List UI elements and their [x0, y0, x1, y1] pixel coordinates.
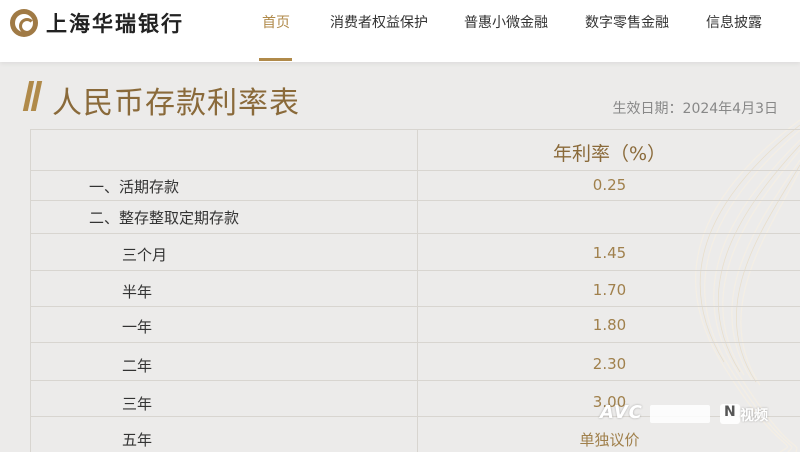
- watermark-label: 视频: [740, 408, 768, 424]
- table-row: 二年 2.30: [31, 343, 800, 381]
- rate-value: 0.25: [592, 176, 627, 194]
- nav-item-home[interactable]: 首页: [262, 12, 290, 32]
- rate-value: 2.30: [592, 355, 627, 373]
- annual-rate-header: 年利率（%）: [552, 143, 667, 165]
- nav-item-inclusive-finance[interactable]: 普惠小微金融: [464, 12, 548, 32]
- main-nav: 首页 消费者权益保护 普惠小微金融 数字零售金融 信息披露: [0, 12, 800, 34]
- watermark-mark: AVC: [600, 402, 643, 423]
- rate-label: 二、整存整取定期存款: [89, 209, 240, 227]
- watermark-badge: [650, 405, 710, 423]
- table-header-row: 年利率（%）: [31, 130, 800, 171]
- rate-label: 一、活期存款: [89, 178, 180, 196]
- rate-value: 1.45: [592, 244, 627, 262]
- active-nav-underline: [259, 58, 292, 61]
- rate-label: 半年: [122, 283, 153, 301]
- top-navigation-bar: 上海华瑞银行 首页 消费者权益保护 普惠小微金融 数字零售金融 信息披露: [0, 0, 800, 62]
- rate-label: 五年: [122, 431, 153, 449]
- watermark-n-letter: N: [724, 404, 736, 420]
- title-accent-icon: [22, 81, 43, 113]
- table-row: 一年 1.80: [31, 307, 800, 343]
- table-row: 三个月 1.45: [31, 234, 800, 271]
- video-watermark: AVC N 视频: [600, 402, 800, 432]
- page-title: 人民币存款利率表: [52, 86, 300, 121]
- table-row: 二、整存整取定期存款: [31, 201, 800, 234]
- rate-value: 1.70: [592, 281, 627, 299]
- rate-label: 一年: [122, 318, 153, 336]
- rate-value: 1.80: [592, 316, 627, 334]
- nav-item-disclosure[interactable]: 信息披露: [706, 12, 762, 32]
- table-row: 半年 1.70: [31, 271, 800, 307]
- rate-value: 单独议价: [579, 431, 640, 449]
- rate-label: 三个月: [122, 246, 168, 264]
- table-row: 一、活期存款 0.25: [31, 171, 800, 201]
- nav-item-consumer-protection[interactable]: 消费者权益保护: [330, 12, 428, 32]
- nav-item-digital-retail[interactable]: 数字零售金融: [585, 12, 669, 32]
- rate-label: 二年: [122, 357, 153, 375]
- rate-label: 三年: [122, 395, 153, 413]
